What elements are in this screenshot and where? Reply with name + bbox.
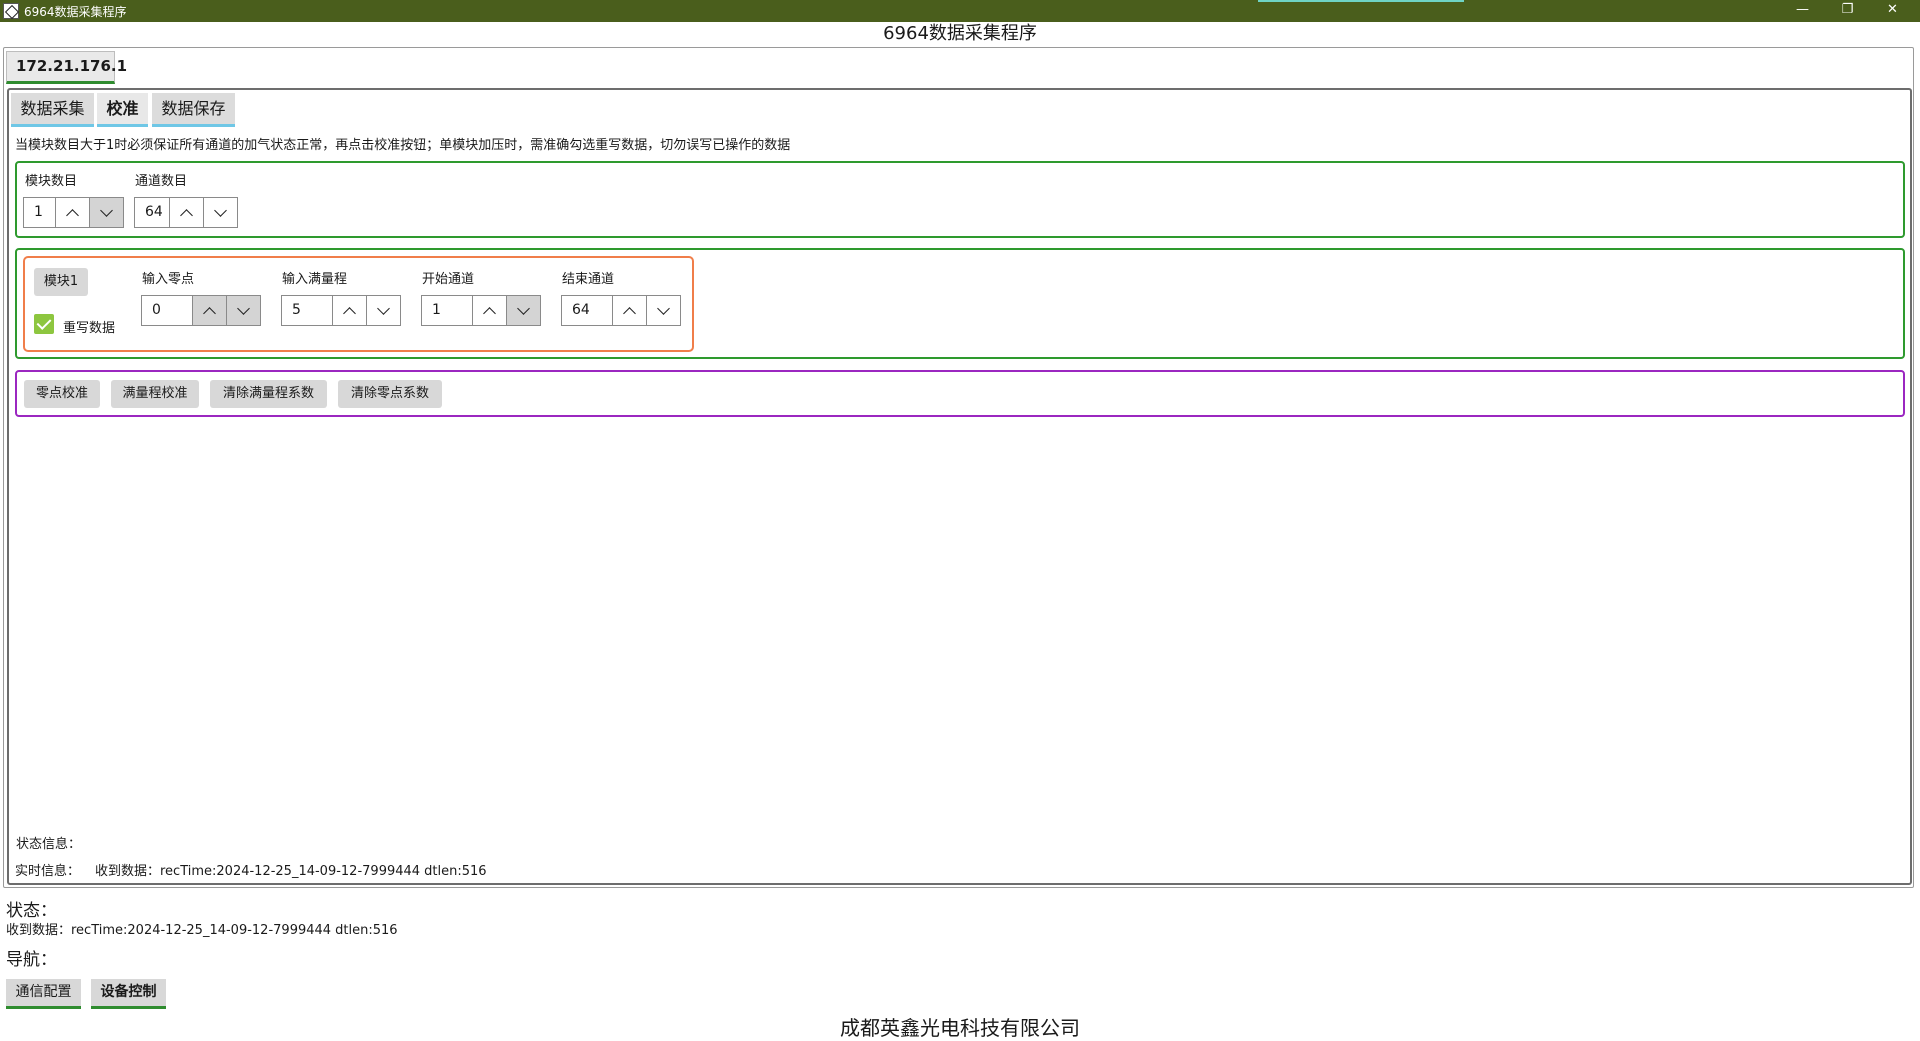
device-tab[interactable]: 172.21.176.1 xyxy=(6,51,127,84)
company-name: 成都英鑫光电科技有限公司 xyxy=(840,1016,1080,1040)
start-channel-up-button[interactable] xyxy=(472,296,506,325)
app-icon xyxy=(3,3,19,19)
full-scale-calibration-button[interactable]: 满量程校准 xyxy=(111,380,199,408)
zero-input-value[interactable]: 0 xyxy=(142,296,192,325)
full-scale-up-button[interactable] xyxy=(332,296,366,325)
tab-data-acquisition[interactable]: 数据采集 xyxy=(11,93,94,127)
full-scale-stepper[interactable]: 5 xyxy=(281,295,401,326)
chevron-down-icon xyxy=(517,301,530,315)
chevron-down-icon xyxy=(214,203,227,217)
channel-count-value[interactable]: 64 xyxy=(135,198,169,227)
module-count-stepper[interactable]: 1 xyxy=(23,197,124,228)
end-channel-down-button[interactable] xyxy=(646,296,680,325)
zero-input-up-button[interactable] xyxy=(192,296,226,325)
end-channel-value[interactable]: 64 xyxy=(562,296,612,325)
chevron-up-icon xyxy=(180,208,193,222)
start-channel-down-button[interactable] xyxy=(506,296,540,325)
tab-data-save[interactable]: 数据保存 xyxy=(152,93,235,127)
comm-config-button[interactable]: 通信配置 xyxy=(6,979,81,1009)
start-channel-value[interactable]: 1 xyxy=(422,296,472,325)
realtime-info-label: 实时信息： xyxy=(15,864,81,879)
end-channel-label: 结束通道 xyxy=(562,272,615,287)
close-button[interactable]: ✕ xyxy=(1870,0,1915,22)
window-title: 6964数据采集程序 xyxy=(24,5,127,19)
module-count-down-button[interactable] xyxy=(89,198,123,227)
app-header-title: 6964数据采集程序 xyxy=(883,23,1037,44)
chevron-up-icon xyxy=(483,306,496,320)
start-channel-label: 开始通道 xyxy=(422,272,475,287)
zero-calibration-button[interactable]: 零点校准 xyxy=(24,380,100,408)
chevron-up-icon xyxy=(66,208,79,222)
channel-count-stepper[interactable]: 64 xyxy=(134,197,238,228)
chevron-down-icon xyxy=(237,301,250,315)
clear-zero-button[interactable]: 清除零点系数 xyxy=(338,380,442,408)
chevron-up-icon xyxy=(203,306,216,320)
zero-input-label: 输入零点 xyxy=(142,272,195,287)
chevron-down-icon xyxy=(100,203,113,217)
clear-full-scale-button[interactable]: 清除满量程系数 xyxy=(210,380,327,408)
module-count-up-button[interactable] xyxy=(55,198,89,227)
start-channel-stepper[interactable]: 1 xyxy=(421,295,541,326)
title-bar: 6964数据采集程序 — ❐ ✕ xyxy=(0,0,1920,22)
channel-count-label: 通道数目 xyxy=(135,174,188,189)
full-scale-value[interactable]: 5 xyxy=(282,296,332,325)
module-count-label: 模块数目 xyxy=(25,174,78,189)
full-scale-label: 输入满量程 xyxy=(282,272,348,287)
status-message: 收到数据：recTime:2024-12-25_14-09-12-7999444… xyxy=(6,923,398,938)
rewrite-data-checkbox[interactable] xyxy=(34,314,54,334)
zero-input-stepper[interactable]: 0 xyxy=(141,295,261,326)
rewrite-data-label: 重写数据 xyxy=(63,321,116,336)
chevron-up-icon xyxy=(343,306,356,320)
module1-button[interactable]: 模块1 xyxy=(34,268,88,296)
zero-input-down-button[interactable] xyxy=(226,296,260,325)
channel-count-up-button[interactable] xyxy=(169,198,203,227)
calibration-instruction: 当模块数目大于1时必须保证所有通道的加气状态正常，再点击校准按钮；单模块加压时，… xyxy=(15,138,791,153)
minimize-button[interactable]: — xyxy=(1780,0,1825,22)
status-label: 状态： xyxy=(6,901,57,921)
chevron-down-icon xyxy=(657,301,670,315)
chevron-up-icon xyxy=(623,306,636,320)
chevron-down-icon xyxy=(377,301,390,315)
end-channel-up-button[interactable] xyxy=(612,296,646,325)
tab-calibration[interactable]: 校准 xyxy=(97,93,148,127)
module-count-value[interactable]: 1 xyxy=(24,198,55,227)
full-scale-down-button[interactable] xyxy=(366,296,400,325)
restore-button[interactable]: ❐ xyxy=(1825,0,1870,22)
status-info-label: 状态信息： xyxy=(16,837,82,852)
realtime-info-value: 收到数据：recTime:2024-12-25_14-09-12-7999444… xyxy=(95,864,487,879)
count-settings-box xyxy=(15,161,1905,238)
device-control-button[interactable]: 设备控制 xyxy=(91,979,166,1009)
end-channel-stepper[interactable]: 64 xyxy=(561,295,681,326)
channel-count-down-button[interactable] xyxy=(203,198,237,227)
titlebar-accent xyxy=(1258,0,1464,2)
nav-label: 导航： xyxy=(6,950,57,970)
